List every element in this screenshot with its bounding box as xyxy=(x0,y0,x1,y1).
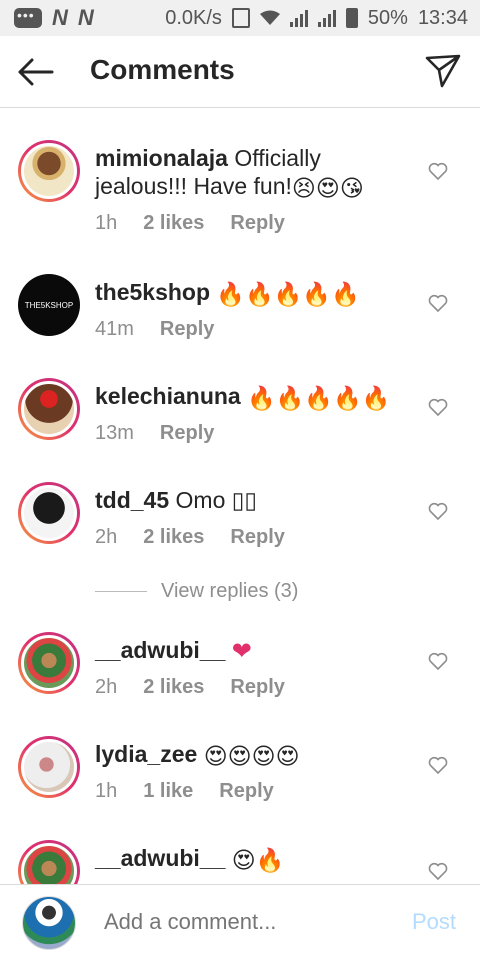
comment-time: 13m xyxy=(95,422,134,444)
comment-input[interactable] xyxy=(104,909,384,935)
comment-composer: Post xyxy=(0,884,480,960)
heart-icon[interactable] xyxy=(428,398,448,416)
reply-button[interactable]: Reply xyxy=(230,212,284,235)
app-header: Comments xyxy=(0,36,480,108)
comment-username[interactable]: the5kshop xyxy=(95,279,210,305)
avatar[interactable] xyxy=(18,840,80,884)
vibrate-icon xyxy=(231,8,250,28)
avatar[interactable] xyxy=(18,378,80,440)
avatar-logo: THE5KSHOP xyxy=(24,300,74,310)
heart-icon[interactable] xyxy=(428,294,448,312)
comment-meta: 2h 2 likes Reply xyxy=(95,676,285,699)
comment-text: __adwubi__ 😍🔥 xyxy=(95,844,405,874)
comment-username[interactable]: mimionalaja xyxy=(95,145,228,171)
comment-text: lydia_zee 😍😍😍😍 xyxy=(95,740,405,770)
comment-text: tdd_45 Omo ▯▯ xyxy=(95,486,405,514)
message-icon xyxy=(14,7,42,28)
comment-text: __adwubi__ ❤ xyxy=(95,636,405,666)
network-speed: 0.0K/s xyxy=(165,6,222,29)
signal-icon xyxy=(317,9,336,27)
comment-username[interactable]: __adwubi__ xyxy=(95,845,225,871)
heart-emoji: ❤ xyxy=(231,637,252,665)
post-button[interactable]: Post xyxy=(412,909,456,935)
comment-meta: 2h 2 likes Reply xyxy=(95,526,285,549)
avatar[interactable] xyxy=(18,736,80,798)
reply-button[interactable]: Reply xyxy=(230,526,284,549)
comment-meta: 1h 2 likes Reply xyxy=(95,212,285,235)
avatar[interactable] xyxy=(18,140,80,202)
wifi-icon xyxy=(259,10,280,25)
likes-count[interactable]: 2 likes xyxy=(143,526,204,549)
comment-time: 41m xyxy=(95,318,134,340)
avatar[interactable] xyxy=(18,632,80,694)
emoji-group: 😍🔥 xyxy=(231,846,285,873)
comment-username[interactable]: __adwubi__ xyxy=(95,637,225,663)
comment-username[interactable]: lydia_zee xyxy=(95,741,197,767)
comment-username[interactable]: tdd_45 xyxy=(95,487,169,513)
reply-button[interactable]: Reply xyxy=(160,318,214,341)
heart-icon[interactable] xyxy=(428,862,448,880)
view-replies-button[interactable]: View replies (3) xyxy=(95,580,298,603)
signal-icon xyxy=(289,9,308,27)
comment-time: 2h xyxy=(95,676,118,698)
comments-list[interactable]: mimionalaja Officially jealous!!! Have f… xyxy=(0,108,480,884)
comment-meta: 1h 1 like Reply xyxy=(95,780,274,803)
avatar[interactable] xyxy=(18,482,80,544)
emoji-group: 😣😍😘 xyxy=(291,174,364,201)
comment-text: kelechianuna 🔥🔥🔥🔥🔥 xyxy=(95,382,405,412)
status-bar: N N 0.0K/s 50% 13:34 xyxy=(0,0,480,36)
avatar xyxy=(22,896,76,950)
battery-percent: 50% xyxy=(367,6,408,29)
comment-meta: 13m Reply xyxy=(95,422,214,445)
heart-icon[interactable] xyxy=(428,756,448,774)
comment-time: 1h xyxy=(95,780,118,802)
avatar[interactable]: THE5KSHOP xyxy=(18,274,80,336)
likes-count[interactable]: 1 like xyxy=(143,780,193,803)
battery-icon xyxy=(345,8,358,28)
reply-button[interactable]: Reply xyxy=(230,676,284,699)
carrier-icon: N xyxy=(52,5,68,30)
comment-text: mimionalaja Officially jealous!!! Have f… xyxy=(95,144,405,202)
comment-time: 1h xyxy=(95,212,118,234)
likes-count[interactable]: 2 likes xyxy=(143,676,204,699)
clock: 13:34 xyxy=(417,6,468,29)
reply-button[interactable]: Reply xyxy=(160,422,214,445)
carrier-icon: N xyxy=(77,5,94,30)
heart-icon[interactable] xyxy=(428,502,448,520)
comment-username[interactable]: kelechianuna xyxy=(95,383,241,409)
emoji-group: 🔥🔥🔥🔥🔥 xyxy=(247,384,391,411)
emoji-group: 🔥🔥🔥🔥🔥 xyxy=(216,280,360,307)
comment-text: the5kshop 🔥🔥🔥🔥🔥 xyxy=(95,278,405,308)
comment-body: Omo ▯▯ xyxy=(175,487,258,513)
likes-count[interactable]: 2 likes xyxy=(143,212,204,235)
page-title: Comments xyxy=(90,54,235,85)
reply-button[interactable]: Reply xyxy=(219,780,273,803)
back-arrow-icon[interactable] xyxy=(14,52,56,92)
heart-icon[interactable] xyxy=(428,162,448,180)
comment-time: 2h xyxy=(95,526,118,548)
direct-send-icon[interactable] xyxy=(424,52,462,90)
comment-meta: 41m Reply xyxy=(95,318,214,341)
divider-line xyxy=(95,591,147,592)
heart-icon[interactable] xyxy=(428,652,448,670)
emoji-group: 😍😍😍😍 xyxy=(203,742,300,769)
view-replies-label[interactable]: View replies (3) xyxy=(161,580,298,603)
